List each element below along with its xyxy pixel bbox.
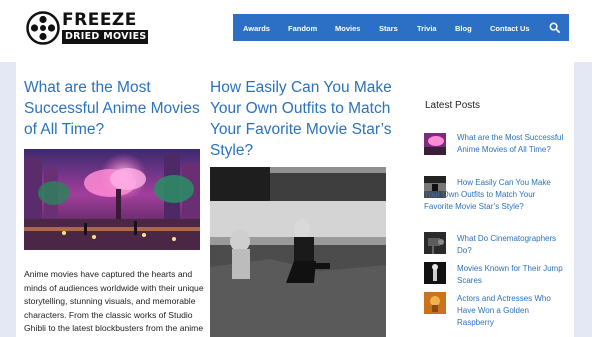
site-logo[interactable]: FREEZE DRIED MOVIES — [26, 10, 148, 48]
latest-post-link-cinematographers[interactable]: What Do Cinematographers Do? — [457, 233, 567, 257]
latest-post-thumb-cinematographers[interactable] — [424, 232, 446, 254]
nav-awards[interactable]: Awards — [243, 24, 270, 33]
logo-text-freeze: FREEZE — [62, 10, 137, 30]
nav-fandom[interactable]: Fandom — [288, 24, 317, 33]
nav-trivia[interactable]: Trivia — [417, 24, 437, 33]
nav-stars[interactable]: Stars — [379, 24, 398, 33]
latest-post-link-jump-scares[interactable]: Movies Known for Their Jump Scares — [457, 263, 567, 287]
nav-contact-us[interactable]: Contact Us — [490, 24, 530, 33]
latest-post-link-anime[interactable]: What are the Most Successful Anime Movie… — [457, 132, 567, 156]
sidebar-title: Latest Posts — [425, 100, 481, 111]
search-icon[interactable] — [549, 22, 560, 33]
logo-text-dried-movies: DRIED MOVIES — [62, 30, 148, 44]
latest-post-thumb-jump-scares[interactable] — [424, 262, 446, 284]
latest-post-thumb-anime[interactable] — [424, 133, 446, 155]
latest-post-link-outfits[interactable]: How Easily Can You Make Your Own Outfits… — [424, 177, 564, 214]
latest-post-link-golden-raspberry[interactable]: Actors and Actresses Who Have Won a Gold… — [457, 293, 567, 330]
anime-city-image[interactable] — [24, 149, 200, 250]
post-title-outfits[interactable]: How Easily Can You Make Your Own Outfits… — [210, 77, 400, 161]
post-excerpt-anime: Anime movies have captured the hearts an… — [24, 269, 204, 333]
site-header: FREEZE DRIED MOVIES Awards Fandom Movies… — [0, 0, 592, 62]
post-title-anime[interactable]: What are the Most Successful Anime Movie… — [24, 77, 204, 140]
main-nav: Awards Fandom Movies Stars Trivia Blog C… — [233, 14, 569, 41]
film-reel-icon — [26, 11, 60, 45]
main-content: What are the Most Successful Anime Movie… — [16, 62, 574, 337]
nav-blog[interactable]: Blog — [455, 24, 472, 33]
latest-post-thumb-golden-raspberry[interactable] — [424, 292, 446, 314]
movie-star-photo[interactable] — [210, 167, 386, 337]
nav-movies[interactable]: Movies — [335, 24, 360, 33]
